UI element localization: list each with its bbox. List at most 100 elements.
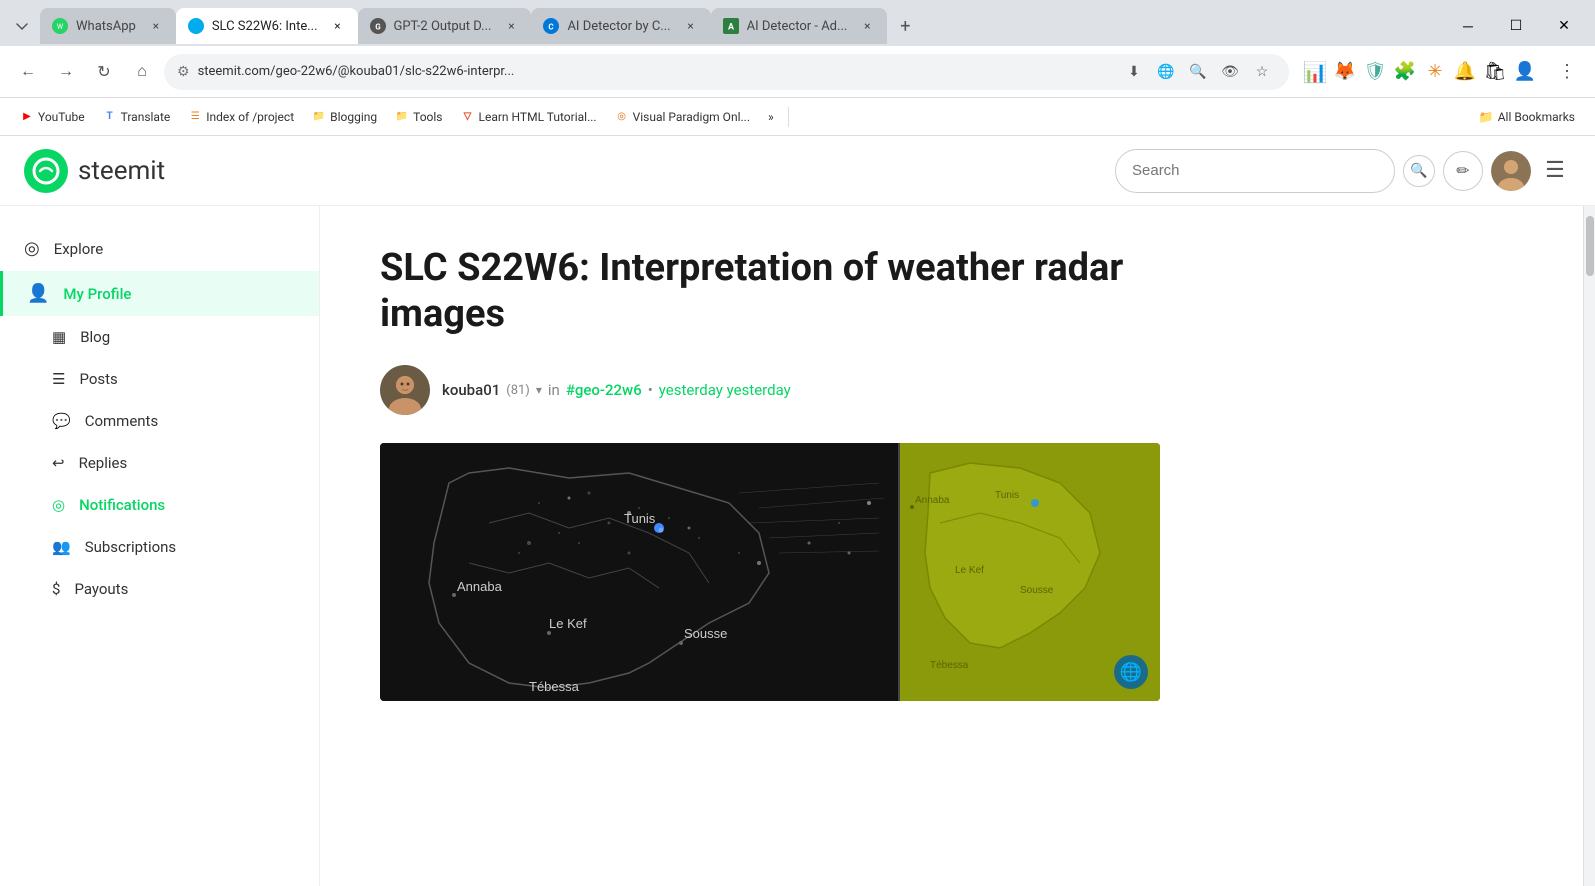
- tab-dropdown[interactable]: [8, 12, 36, 40]
- svg-text:Tunis: Tunis: [624, 511, 656, 526]
- author-name[interactable]: kouba01: [442, 381, 500, 399]
- forward-button[interactable]: →: [50, 56, 82, 88]
- scrollbar[interactable]: [1583, 206, 1595, 886]
- steemit-header: steemit 🔍 ✏ ☰: [0, 136, 1595, 206]
- bookmark-vp-label: Visual Paradigm Onl...: [633, 110, 750, 124]
- search-icon-button[interactable]: 🔍: [1403, 155, 1435, 187]
- ext-chart-icon[interactable]: 📊: [1301, 58, 1329, 86]
- user-avatar[interactable]: [1491, 151, 1531, 191]
- sidebar-item-replies[interactable]: ↩ Replies: [0, 442, 319, 484]
- bookmark-tools[interactable]: 📁 Tools: [387, 106, 450, 128]
- bookmark-blogging[interactable]: 📁 Blogging: [304, 106, 385, 128]
- minimize-button[interactable]: ─: [1445, 11, 1491, 41]
- tab-whatsapp[interactable]: W WhatsApp ×: [40, 8, 176, 44]
- tab-ai1[interactable]: C AI Detector by C... ×: [531, 8, 710, 44]
- tab-slc[interactable]: SLC S22W6: Inte... ×: [176, 8, 358, 44]
- svg-text:Sousse: Sousse: [1020, 585, 1054, 596]
- browser-chrome: W WhatsApp × SLC S22W6: Inte... × G GPT-…: [0, 0, 1595, 136]
- tab-whatsapp-close[interactable]: ×: [148, 18, 164, 34]
- svg-text:Annaba: Annaba: [915, 495, 950, 506]
- tab-ai2-title: AI Detector - Ad...: [747, 19, 848, 34]
- explore-icon: ◎: [24, 238, 40, 259]
- steemit-app: steemit 🔍 ✏ ☰ ◎ Exp: [0, 136, 1595, 886]
- ext-bell-icon[interactable]: 🔔: [1451, 58, 1479, 86]
- tab-gpt-close[interactable]: ×: [503, 18, 519, 34]
- sidebar-item-payouts[interactable]: $ Payouts: [0, 568, 319, 610]
- hamburger-menu-button[interactable]: ☰: [1539, 155, 1571, 187]
- security-icon: ⚙: [177, 64, 190, 80]
- sidebar-item-blog[interactable]: ▦ Blog: [0, 316, 319, 358]
- ext-fox-icon[interactable]: 🦊: [1331, 58, 1359, 86]
- star-icon[interactable]: ☆: [1248, 58, 1276, 86]
- tab-ai1-close[interactable]: ×: [683, 18, 699, 34]
- edit-button[interactable]: ✏: [1443, 151, 1483, 191]
- browser-menu-button[interactable]: ⋮: [1551, 56, 1583, 88]
- new-tab-button[interactable]: +: [891, 12, 919, 40]
- author-avatar[interactable]: [380, 365, 430, 415]
- replies-icon: ↩: [52, 454, 65, 472]
- author-tag[interactable]: #geo-22w6: [566, 381, 642, 399]
- more-bookmarks-button[interactable]: »: [760, 106, 782, 128]
- address-bar[interactable]: ⚙ steemit.com/geo-22w6/@kouba01/slc-s22w…: [164, 54, 1289, 90]
- ext-shield-icon[interactable]: 🛡: [1361, 58, 1389, 86]
- ext-puzzle-icon[interactable]: 🧩: [1391, 58, 1419, 86]
- bookmark-tools-label: Tools: [413, 110, 442, 124]
- bookmark-vp[interactable]: ◎ Visual Paradigm Onl...: [607, 106, 758, 128]
- close-button[interactable]: ✕: [1541, 11, 1587, 41]
- sidebar-item-notifications[interactable]: ◎ Notifications: [0, 484, 319, 526]
- steemit-logo-circle: [24, 149, 68, 193]
- tab-slc-close[interactable]: ×: [330, 18, 346, 34]
- tab-whatsapp-title: WhatsApp: [76, 19, 136, 34]
- bookmark-html[interactable]: ▽ Learn HTML Tutorial...: [453, 106, 605, 128]
- sidebar-subscriptions-label: Subscriptions: [85, 538, 176, 556]
- bookmarks-bar: ▶ YouTube T Translate ☰ Index of /projec…: [0, 98, 1595, 136]
- tab-gpt[interactable]: G GPT-2 Output D... ×: [358, 8, 532, 44]
- tab-ai2-close[interactable]: ×: [859, 18, 875, 34]
- reload-button[interactable]: ↻: [88, 56, 120, 88]
- ext-star-burst-icon[interactable]: ✳: [1421, 58, 1449, 86]
- scrollbar-thumb[interactable]: [1586, 216, 1594, 276]
- bookmark-index[interactable]: ☰ Index of /project: [180, 106, 302, 128]
- globe-icon: 🌐: [1114, 655, 1148, 689]
- sidebar-item-my-profile[interactable]: 👤 My Profile: [0, 271, 319, 316]
- home-button[interactable]: ⌂: [126, 56, 158, 88]
- all-bookmarks-button[interactable]: 📁 All Bookmarks: [1471, 106, 1583, 128]
- svg-text:Le Kef: Le Kef: [955, 565, 984, 576]
- nav-bar: ← → ↻ ⌂ ⚙ steemit.com/geo-22w6/@kouba01/…: [0, 46, 1595, 98]
- bookmark-index-label: Index of /project: [206, 110, 294, 124]
- sidebar-item-subscriptions[interactable]: 👥 Subscriptions: [0, 526, 319, 568]
- sidebar: ◎ Explore 👤 My Profile ▦ Blog ☰ Posts 💬: [0, 206, 320, 886]
- svg-text:Le Kef: Le Kef: [549, 616, 587, 631]
- maximize-button[interactable]: ☐: [1493, 11, 1539, 41]
- all-bookmarks-label: All Bookmarks: [1498, 110, 1575, 124]
- sidebar-item-posts[interactable]: ☰ Posts: [0, 358, 319, 400]
- sidebar-item-comments[interactable]: 💬 Comments: [0, 400, 319, 442]
- svg-text:G: G: [375, 23, 381, 32]
- tab-ai1-title: AI Detector by C...: [567, 19, 670, 34]
- back-button[interactable]: ←: [12, 56, 44, 88]
- author-separator: •: [648, 381, 653, 399]
- radar-image: Annaba Tunis Le Kef Sousse Tébessa: [380, 443, 1160, 701]
- sidebar-item-explore[interactable]: ◎ Explore: [0, 226, 319, 271]
- bookmark-translate-label: Translate: [121, 110, 171, 124]
- translate-favicon: T: [103, 110, 117, 124]
- sidebar-my-profile-label: My Profile: [63, 285, 131, 303]
- search-box[interactable]: [1115, 149, 1395, 193]
- download-icon[interactable]: ⬇: [1120, 58, 1148, 86]
- ext-user-icon[interactable]: 👤: [1511, 58, 1539, 86]
- radar-left-panel: Annaba Tunis Le Kef Sousse Tébessa: [380, 443, 898, 701]
- eye-slash-icon[interactable]: 👁: [1216, 58, 1244, 86]
- zoom-icon[interactable]: 🔍: [1184, 58, 1212, 86]
- sidebar-comments-label: Comments: [85, 412, 159, 430]
- search-input[interactable]: [1132, 162, 1332, 179]
- bookmark-translate[interactable]: T Translate: [95, 106, 179, 128]
- window-controls: ─ ☐ ✕: [1445, 11, 1595, 41]
- translate-icon[interactable]: 🌐: [1152, 58, 1180, 86]
- tab-ai2[interactable]: A AI Detector - Ad... ×: [711, 8, 888, 44]
- bookmark-youtube[interactable]: ▶ YouTube: [12, 106, 93, 128]
- author-dropdown-icon[interactable]: ▾: [536, 383, 542, 397]
- steemit-logo[interactable]: steemit: [24, 149, 165, 193]
- youtube-favicon: ▶: [20, 110, 34, 124]
- page-outer: W WhatsApp × SLC S22W6: Inte... × G GPT-…: [0, 0, 1595, 886]
- ext-bag-icon[interactable]: 🛍: [1481, 58, 1509, 86]
